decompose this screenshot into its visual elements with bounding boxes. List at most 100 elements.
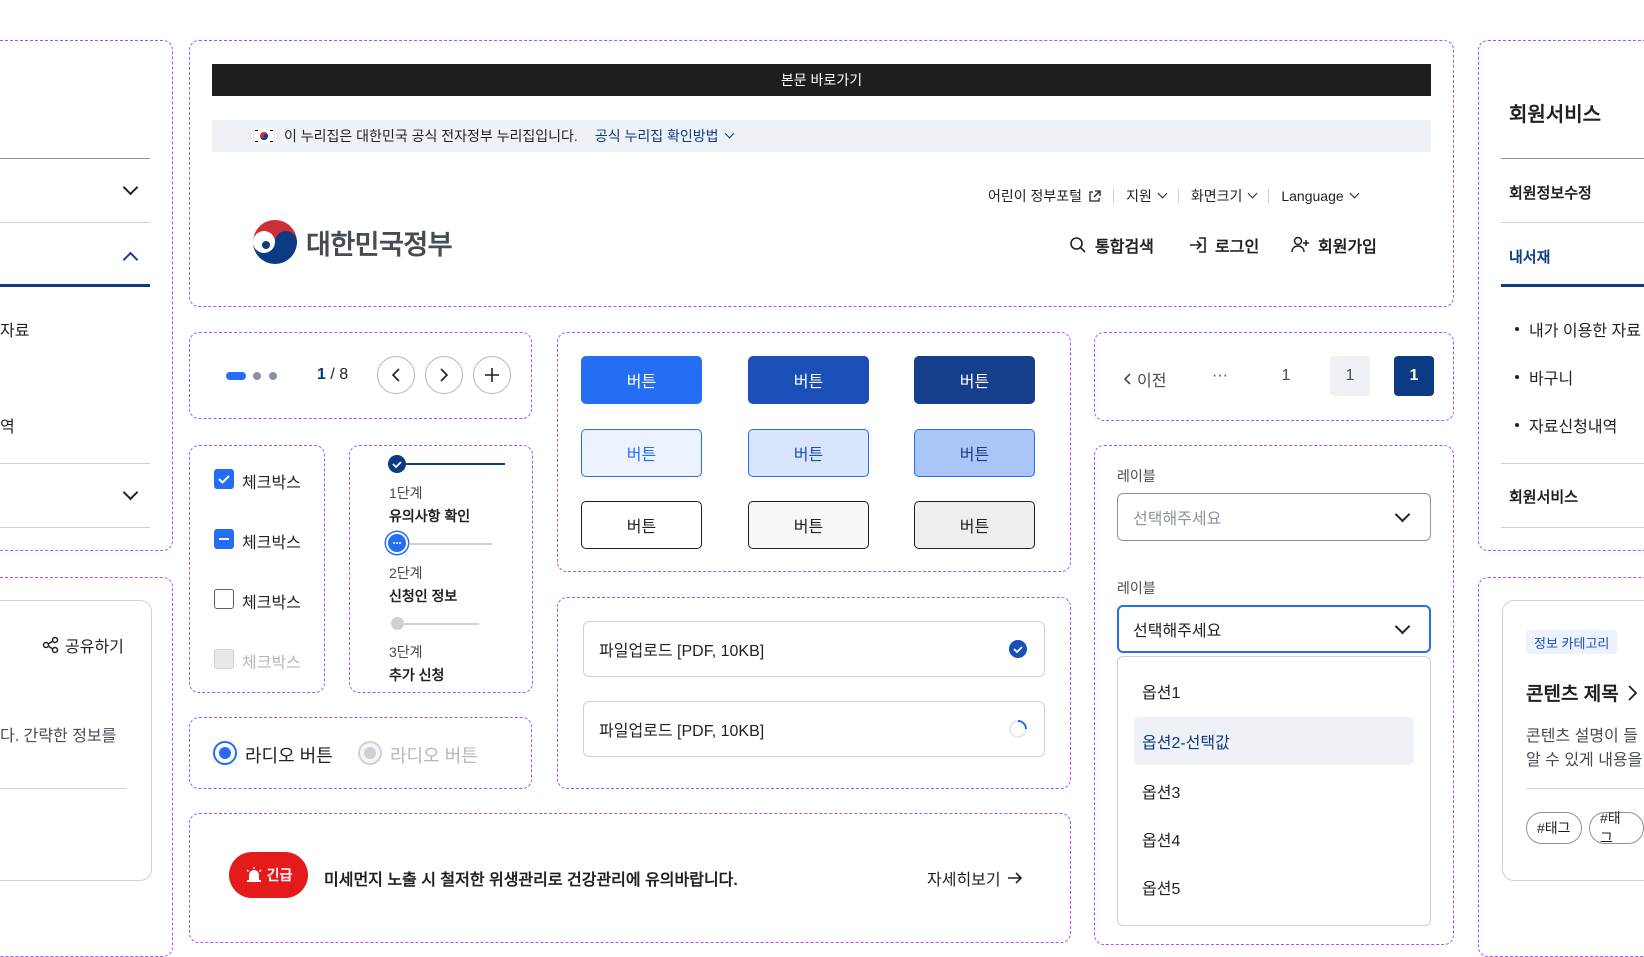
checkbox-label: 체크박스 [242,535,301,552]
utility-support[interactable]: 지원 [1126,186,1168,206]
checkbox-indeterminate[interactable] [214,529,234,549]
pagination-page-hover[interactable]: 1 [1330,356,1370,396]
file-item-complete[interactable]: 파일업로드 [PDF, 10KB] [583,621,1045,677]
tertiary-button-hover[interactable]: 버튼 [748,501,869,549]
user-add-icon [1291,236,1309,253]
radio-dot [219,747,231,759]
file-name: 파일업로드 [PDF, 10KB] [599,723,765,740]
skip-link[interactable]: 본문 바로가기 [212,64,1431,96]
right-nav-subitem[interactable]: 내가 이용한 자료 [1515,317,1641,341]
siren-icon [246,867,262,882]
card-title-link[interactable]: 콘텐츠 제목 [1526,679,1637,706]
share-button[interactable]: 공유하기 [42,633,124,657]
radio-selected[interactable] [213,741,237,765]
select-option[interactable]: 옵션3 [1134,769,1414,813]
carousel-dot[interactable] [253,372,261,380]
pagination-page[interactable]: 1 [1266,356,1306,396]
right-nav-item-active[interactable]: 내서재 [1509,246,1550,267]
page-number: 1 [1345,367,1355,384]
button-label: 버튼 [626,519,657,536]
chevron-left-icon [391,368,400,382]
divider [1526,788,1644,789]
carousel-dot[interactable] [269,372,277,380]
radio-label-disabled: 라디오 버튼 [390,746,478,766]
chevron-right-icon [440,368,449,382]
header-login-button[interactable]: 로그인 [1189,233,1259,257]
divider [0,463,150,464]
alert-more-link[interactable]: 자세히보기 [927,866,1023,890]
step-line [409,543,492,545]
option-label: 옵션5 [1142,881,1181,898]
chevron-left-icon [1124,373,1131,385]
header-search-button[interactable]: 통합검색 [1069,233,1154,257]
card-title: 콘텐츠 제목 [1526,684,1619,705]
utility-kids-portal[interactable]: 어린이 정부포털 [988,186,1101,206]
left-nav-item-collapsed[interactable] [0,465,150,525]
chevron-down-icon [122,484,139,501]
utility-support-label: 지원 [1126,188,1152,204]
radio-label: 라디오 버튼 [245,746,333,766]
step-number: 2단계 [389,565,423,581]
chevron-right-icon [1628,684,1637,701]
select-option[interactable]: 옵션5 [1134,865,1414,909]
right-nav-item[interactable]: 회원서비스 [1509,486,1578,507]
select-dropdown[interactable]: 선택해주세요 [1117,493,1431,541]
tag-chip[interactable]: #태그 [1589,810,1644,846]
header-signup-button[interactable]: 회원가입 [1291,233,1377,257]
select-option-selected[interactable]: 옵션2-선택값 [1134,717,1414,765]
carousel-next-button[interactable] [425,356,463,394]
select-option[interactable]: 옵션4 [1134,817,1414,861]
option-label: 옵션3 [1142,785,1181,802]
tertiary-button-pressed[interactable]: 버튼 [914,501,1035,549]
file-item-uploading[interactable]: 파일업로드 [PDF, 10KB] [583,701,1045,757]
steps-frame [349,445,533,693]
pagination-page-active[interactable]: 1 [1394,356,1434,396]
gov-logo[interactable]: 대한민국정부 [252,219,453,265]
primary-button[interactable]: 버튼 [581,356,702,404]
left-nav-item-expanded[interactable] [0,224,150,284]
select-option[interactable]: 옵션1 [1134,669,1414,713]
left-nav-item-collapsed[interactable] [0,160,150,220]
right-nav-subitem[interactable]: 자료신청내역 [1515,413,1617,437]
official-check-link[interactable]: 공식 누리집 확인방법 [595,126,734,146]
primary-button-hover[interactable]: 버튼 [748,356,869,404]
carousel-add-button[interactable] [473,356,511,394]
secondary-button-hover[interactable]: 버튼 [748,429,869,477]
official-banner-text: 이 누리집은 대한민국 공식 전자정부 누리집입니다. [284,128,578,144]
divider [1501,527,1644,528]
checkbox-unchecked[interactable] [214,589,234,609]
card-category-label: 정보 카테고리 [1534,635,1610,651]
right-nav-subitem[interactable]: 바구니 [1515,365,1573,389]
tertiary-button[interactable]: 버튼 [581,501,702,549]
utility-language[interactable]: Language [1281,188,1360,204]
taegeuk-logo-icon [253,220,297,264]
pagination-prev[interactable]: 이전 [1124,367,1166,391]
divider [1501,222,1644,223]
right-panel-title: 회원서비스 [1509,104,1601,126]
secondary-button-pressed[interactable]: 버튼 [914,429,1035,477]
carousel-dot-active[interactable] [226,372,246,380]
secondary-button[interactable]: 버튼 [581,429,702,477]
carousel-prev-button[interactable] [377,356,415,394]
korea-flag-icon [254,128,274,144]
tag-chip[interactable]: #태그 [1526,812,1582,844]
right-nav-item[interactable]: 회원정보수정 [1509,182,1592,203]
subitem-label: 내가 이용한 자료 [1529,323,1641,340]
step-title: 신청인 정보 [389,588,458,604]
left-nav-subitem[interactable]: 역 [0,413,15,437]
share-label: 공유하기 [65,639,124,656]
checkbox-disabled [214,649,234,669]
select-dropdown-open[interactable]: 선택해주세요 [1117,605,1431,653]
primary-button-pressed[interactable]: 버튼 [914,356,1035,404]
checkbox-checked[interactable] [214,469,234,489]
utility-screen-size[interactable]: 화면크기 [1191,186,1258,206]
search-icon [1070,237,1086,253]
divider [0,527,150,528]
page-number: 1 [1409,367,1419,384]
button-label: 버튼 [793,447,824,464]
select-placeholder: 선택해주세요 [1133,511,1222,528]
chevron-down-icon [1247,188,1258,198]
checkbox-label-disabled: 체크박스 [242,655,301,672]
gov-logo-text: 대한민국정부 [306,229,453,260]
left-nav-subitem[interactable]: 자료 [0,317,29,341]
